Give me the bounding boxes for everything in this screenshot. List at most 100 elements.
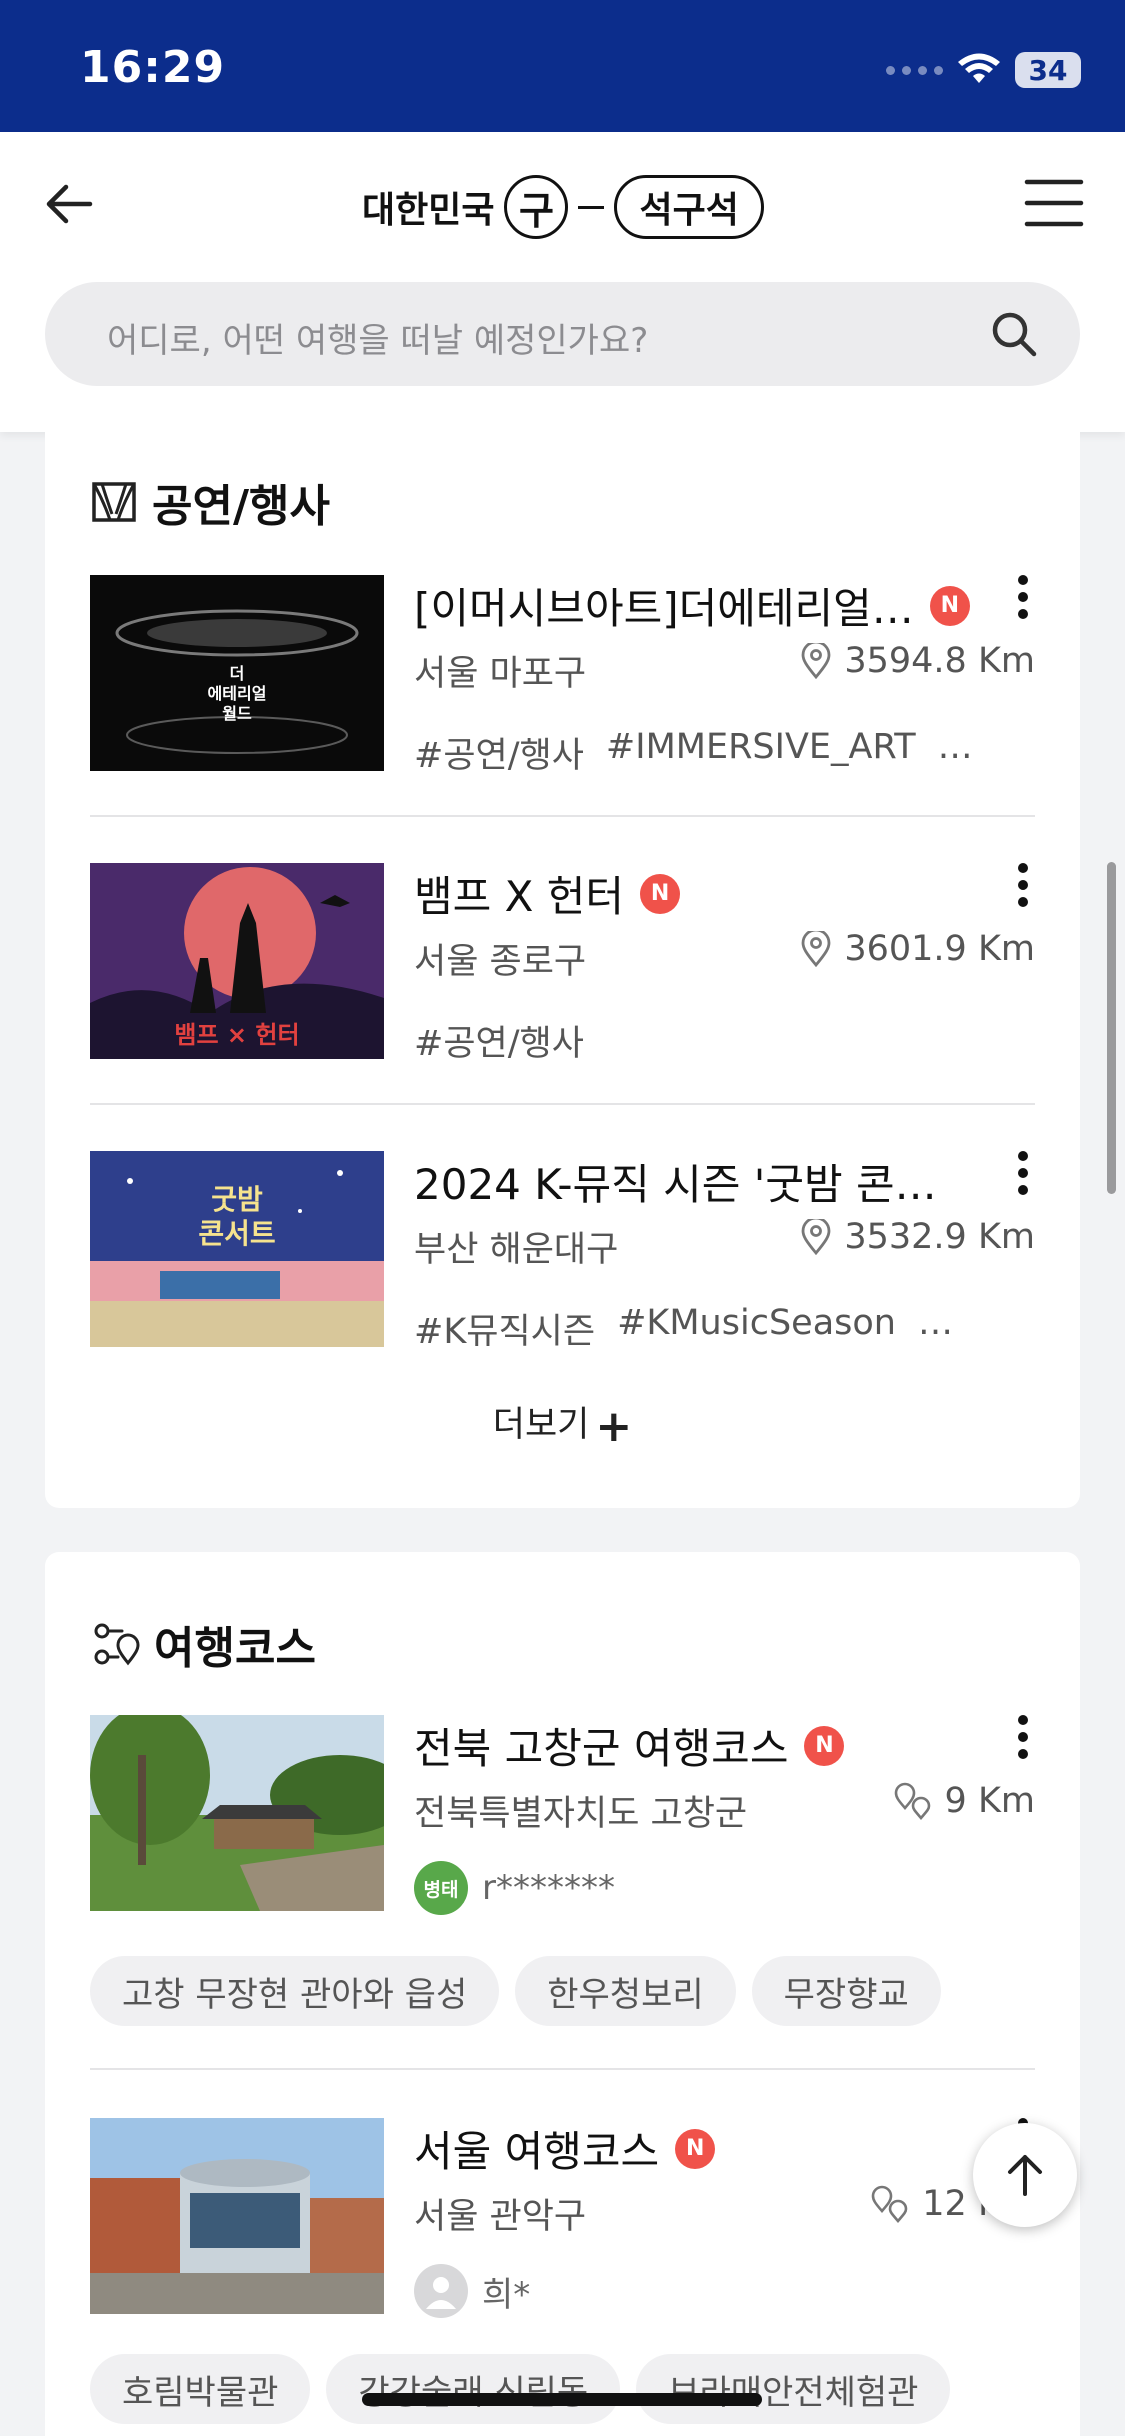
divider (90, 1103, 1035, 1105)
svg-text:더: 더 (230, 664, 245, 683)
svg-text:월드: 월드 (222, 704, 252, 723)
course-title-row[interactable]: 전북 고창군 여행코스 N (414, 1715, 845, 1776)
course-stop-chips: 고창 무장현 관아와 읍성 한우청보리 무장향교 (90, 1956, 941, 2026)
new-badge: N (929, 585, 970, 626)
course-thumbnail[interactable] (90, 1715, 384, 1911)
app-header: 대한민국 구 석구석 어디로, 어떤 여행을 떠날 예정인가요? (0, 132, 1125, 432)
course-stop-chip[interactable]: 무장향교 (751, 1956, 941, 2026)
course-location: 서울 관악구 (414, 2197, 587, 2237)
search-icon[interactable] (988, 308, 1040, 360)
event-thumbnail[interactable]: 더 에테리얼 월드 (90, 575, 384, 771)
event-distance: 3594.8 Km (800, 641, 1035, 681)
event-tags: #K뮤직시즌 #KMusicSeason … (414, 1303, 953, 1354)
more-options-icon[interactable] (1011, 1715, 1035, 1765)
event-title-row[interactable]: 2024 K-뮤직 시즌 '굿밤 콘서… (414, 1151, 969, 1212)
more-options-icon[interactable] (1011, 863, 1035, 913)
home-indicator[interactable] (362, 2393, 762, 2406)
tag-more: … (917, 1303, 953, 1343)
tag[interactable]: #공연/행사 (414, 1015, 584, 1066)
courses-section-title: 여행코스 (154, 1623, 316, 1674)
battery-indicator: 34 (1015, 52, 1081, 88)
divider (90, 2068, 1035, 2070)
username: r******* (482, 1868, 615, 1908)
wifi-icon (958, 53, 1000, 83)
event-title-row[interactable]: [이머시브아트]더에테리얼… N (414, 575, 970, 636)
more-options-icon[interactable] (1011, 1151, 1035, 1201)
event-title[interactable]: [이머시브아트]더에테리얼… (414, 575, 914, 636)
app-logo[interactable]: 대한민국 구 석구석 (362, 172, 764, 242)
course-author: 병태 r******* (414, 1861, 615, 1915)
course-distance: 9 Km (893, 1781, 1035, 1821)
search-bar[interactable]: 어디로, 어떤 여행을 떠날 예정인가요? (45, 282, 1080, 386)
distance-value: 3601.9 Km (844, 929, 1035, 969)
course-author: 희* (414, 2264, 530, 2318)
cellular-signal-icon (886, 65, 943, 75)
tag[interactable]: #IMMERSIVE_ART (606, 727, 916, 778)
event-location: 서울 종로구 (414, 942, 587, 982)
tag[interactable]: #KMusicSeason (617, 1303, 896, 1354)
event-tags: #공연/행사 #IMMERSIVE_ART … (414, 727, 973, 778)
course-stop-chip[interactable]: 강강술래 신림동 (326, 2354, 621, 2424)
event-location: 서울 마포구 (414, 654, 587, 694)
map-pin-icon (801, 1219, 831, 1255)
courses-section: 여행코스 전북 고창군 여행코스 N 전북특별자치도 고창군 9 Km 병태 r… (45, 1552, 1080, 2436)
event-distance: 3601.9 Km (800, 929, 1035, 969)
course-item[interactable]: 전북 고창군 여행코스 N 전북특별자치도 고창군 9 Km 병태 r*****… (90, 1715, 1035, 1915)
logo-circle: 구 (504, 175, 569, 239)
courses-section-header: 여행코스 (90, 1612, 316, 1676)
course-stop-chip[interactable]: 고창 무장현 관아와 읍성 (90, 1956, 500, 2026)
course-title[interactable]: 서울 여행코스 (414, 2118, 659, 2179)
default-avatar-icon (426, 2277, 456, 2309)
scroll-to-top-button[interactable] (973, 2123, 1077, 2227)
logo-prefix: 대한민국 (362, 190, 495, 231)
logo-pill: 석구석 (614, 175, 764, 239)
map-pin-icon (801, 931, 831, 967)
event-thumbnail[interactable]: 뱀프 × 헌터 (90, 863, 384, 1059)
route-icon (94, 1623, 140, 1666)
tag-more: … (937, 727, 973, 767)
search-placeholder: 어디로, 어떤 여행을 떠날 예정인가요? (107, 321, 649, 361)
event-item[interactable]: 더 에테리얼 월드 [이머시브아트]더에테리얼… N 서울 마포구 3594.8… (90, 575, 1035, 776)
username: 희* (482, 2274, 531, 2315)
status-icons: 34 (886, 48, 1081, 92)
svg-text:뱀프 × 헌터: 뱀프 × 헌터 (174, 1021, 299, 1049)
course-stop-chip[interactable]: 한우청보리 (515, 1956, 736, 2026)
theater-curtain-icon (92, 482, 136, 522)
event-item[interactable]: 굿밤 콘서트 2024 K-뮤직 시즌 '굿밤 콘서… 부산 해운대구 3532… (90, 1151, 1035, 1352)
distance-value: 3532.9 Km (844, 1217, 1035, 1257)
avatar (414, 2264, 468, 2318)
event-location: 부산 해운대구 (414, 1230, 619, 1270)
more-options-icon[interactable] (1011, 575, 1035, 625)
see-more-button[interactable]: 더보기 + (45, 1396, 1080, 1452)
tag[interactable]: #공연/행사 (414, 727, 584, 778)
route-pin-icon (894, 1782, 930, 1820)
scrollbar[interactable] (1107, 862, 1116, 1194)
course-stop-chip[interactable]: 보라매안전체험관 (636, 2354, 951, 2424)
status-time: 16:29 (80, 42, 226, 93)
new-badge: N (640, 873, 681, 914)
tag[interactable]: #K뮤직시즌 (414, 1303, 595, 1354)
event-title[interactable]: 뱀프 X 헌터 (414, 863, 624, 924)
event-title[interactable]: 2024 K-뮤직 시즌 '굿밤 콘서… (414, 1151, 969, 1212)
course-stop-chip[interactable]: 호림박물관 (90, 2354, 311, 2424)
events-section-header: 공연/행사 (90, 470, 330, 534)
hamburger-menu-icon[interactable] (1023, 172, 1085, 234)
see-more-label: 더보기 (492, 1405, 590, 1445)
course-title-row[interactable]: 서울 여행코스 N (414, 2118, 716, 2179)
events-section: 공연/행사 더 에테리얼 월드 [이머시브아트]더에테리얼… N 서울 마포구 … (45, 430, 1080, 1508)
event-title-row[interactable]: 뱀프 X 헌터 N (414, 863, 681, 924)
course-location: 전북특별자치도 고창군 (414, 1794, 748, 1834)
plus-icon: + (595, 1400, 633, 1452)
avatar: 병태 (414, 1861, 468, 1915)
event-thumbnail[interactable]: 굿밤 콘서트 (90, 1151, 384, 1347)
arrow-up-icon (1008, 2155, 1042, 2196)
new-badge: N (804, 1725, 845, 1766)
course-thumbnail[interactable] (90, 2118, 384, 2314)
event-distance: 3532.9 Km (800, 1217, 1035, 1257)
svg-text:에테리얼: 에테리얼 (208, 684, 267, 703)
course-item[interactable]: 서울 여행코스 N 서울 관악구 12 Km 희* (90, 2118, 1035, 2318)
course-title[interactable]: 전북 고창군 여행코스 (414, 1715, 788, 1776)
map-pin-icon (801, 643, 831, 679)
back-arrow-icon[interactable] (40, 174, 100, 234)
event-item[interactable]: 뱀프 × 헌터 뱀프 X 헌터 N 서울 종로구 3601.9 Km #공연/행… (90, 863, 1035, 1064)
